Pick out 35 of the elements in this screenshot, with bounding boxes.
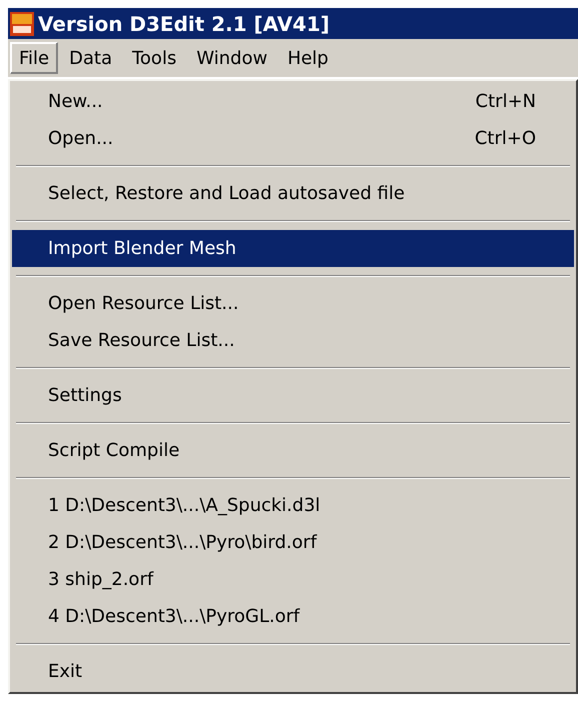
menu-option[interactable]: Open Resource List... [12, 285, 574, 322]
menu-option[interactable]: Open... Ctrl+O [12, 120, 574, 157]
menu-option-label: 2 D:\Descent3\...\Pyro\bird.orf [48, 531, 317, 555]
menu-item[interactable]: Tools [123, 42, 186, 74]
menu-option-label: Select, Restore and Load autosaved file [48, 182, 405, 206]
menu-option-label: 1 D:\Descent3\...\A_Spucki.d3l [48, 494, 320, 518]
window-title: Version D3Edit 2.1 [AV41] [38, 10, 330, 38]
menu-option[interactable]: Import Blender Mesh [12, 230, 574, 267]
menu-option-label: Settings [48, 384, 122, 408]
menu-option[interactable]: Save Resource List... [12, 322, 574, 359]
shortcut-label: Ctrl+O [474, 127, 536, 151]
menu-option[interactable]: 1 D:\Descent3\...\A_Spucki.d3l [12, 487, 574, 524]
menu-option-label: Save Resource List... [48, 329, 235, 353]
shortcut-label: Ctrl+N [475, 90, 536, 114]
menu-option[interactable]: 3 ship_2.orf [12, 561, 574, 598]
menu-option-label: New... [48, 90, 103, 114]
app-icon [10, 12, 34, 36]
menu-option[interactable]: Script Compile [12, 432, 574, 469]
menu-option[interactable]: 4 D:\Descent3\...\PyroGL.orf [12, 598, 574, 635]
menu-option-label: Open Resource List... [48, 292, 239, 316]
menu-item[interactable]: Window [187, 42, 276, 74]
menu-option-label: Script Compile [48, 439, 180, 463]
menu-item[interactable]: Data [60, 42, 122, 74]
menu-option-label: Import Blender Mesh [48, 237, 236, 261]
menu-option[interactable]: New... Ctrl+N [12, 83, 574, 120]
menu-option[interactable]: 2 D:\Descent3\...\Pyro\bird.orf [12, 524, 574, 561]
menu-option-label: Exit [48, 660, 82, 684]
menu-option[interactable]: Settings [12, 377, 574, 414]
menu-option-label: 3 ship_2.orf [48, 568, 154, 592]
menu-option[interactable]: Select, Restore and Load autosaved file [12, 175, 574, 212]
menu-option-label: 4 D:\Descent3\...\PyroGL.orf [48, 605, 300, 629]
menu-item[interactable]: Help [278, 42, 338, 74]
menu-option[interactable]: Exit [12, 653, 574, 690]
menu-option-label: Open... [48, 127, 114, 151]
menu-item[interactable]: File [10, 42, 58, 74]
